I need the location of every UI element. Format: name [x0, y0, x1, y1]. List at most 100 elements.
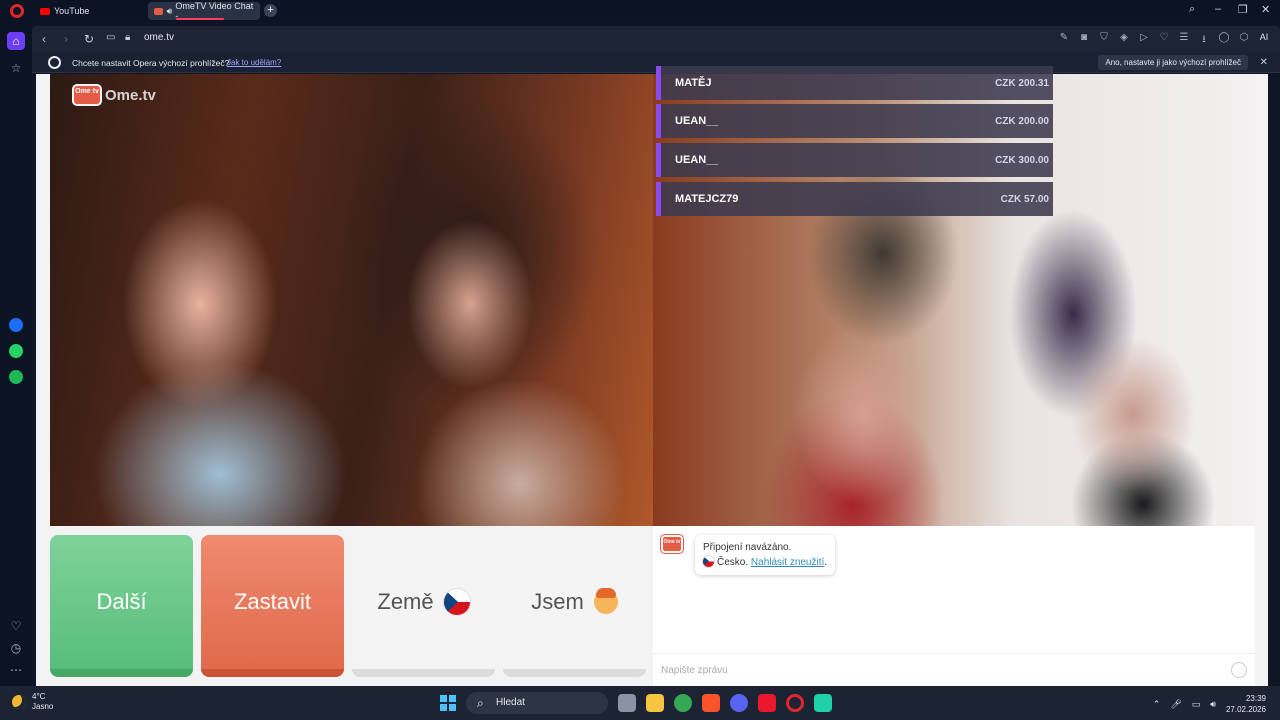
opera-taskbar-icon[interactable] [786, 694, 804, 712]
weather-widget[interactable]: 4°C Jasno [12, 692, 53, 712]
ometv-logo: Ome tv Ome.tv [72, 84, 156, 106]
history-clock-icon[interactable]: ◷ [8, 640, 24, 656]
opera-sidebar: ⌂ ☆ ♡ ◷ ⋯ [0, 22, 32, 686]
forward-button[interactable]: › [64, 32, 68, 46]
message-input[interactable] [661, 661, 1221, 679]
extensions-icon[interactable]: ⬡ [1238, 32, 1250, 49]
connection-status: Připojení navázáno. [703, 542, 792, 553]
date: 27.02.2026 [1225, 705, 1266, 714]
set-default-button[interactable]: Ano, nastavte ji jako výchozí prohlížeč [1098, 55, 1248, 70]
new-tab-button[interactable]: + [264, 4, 277, 17]
emoji-icon[interactable] [1231, 662, 1247, 678]
heart-icon[interactable]: ♡ [1158, 32, 1170, 49]
windows-start-icon[interactable] [440, 695, 456, 711]
chevron-up-icon[interactable]: ⌃ [1153, 699, 1161, 710]
microphone-icon[interactable]: 🎤︎ [1170, 699, 1181, 710]
task-view-icon[interactable] [618, 694, 636, 712]
chat-panel: Ome tv Připojení navázáno. Česko. Nahlás… [653, 526, 1255, 686]
tab-youtube[interactable]: YouTube [34, 2, 144, 20]
opera-logo-icon [48, 56, 61, 69]
app-icon[interactable] [814, 694, 832, 712]
logo-box: Ome tv [72, 84, 102, 106]
donor-name: UEAN__ [675, 154, 719, 166]
opera-logo-icon[interactable] [10, 4, 24, 18]
system-message: Připojení navázáno. Česko. Nahlásit zneu… [695, 535, 836, 575]
report-abuse-link[interactable]: Nahlásit zneužití [751, 557, 824, 568]
donation-alert: MATEJCZ79 CZK 57.00 [656, 182, 1053, 216]
edit-icon[interactable]: ✎ [1058, 32, 1070, 49]
time: 23:39 [1245, 694, 1266, 703]
play-icon[interactable]: ▷ [1138, 32, 1150, 49]
vpn-icon[interactable]: ◈ [1118, 32, 1130, 49]
minimize-button[interactable]: – [1215, 3, 1221, 15]
country-label: Země [377, 589, 434, 614]
back-button[interactable]: ‹ [42, 32, 46, 46]
file-explorer-icon[interactable] [646, 694, 664, 712]
discord-icon[interactable] [730, 694, 748, 712]
home-icon[interactable]: ⌂ [7, 32, 25, 50]
search-tabs-icon[interactable]: ⌕ [1189, 3, 1195, 16]
donation-alert: UEAN__ CZK 300.00 [656, 143, 1053, 177]
speed-dial-icon[interactable]: ☆ [8, 60, 24, 76]
stop-label: Zastavit [233, 589, 312, 614]
czech-flag-icon [443, 589, 470, 615]
spotify-icon[interactable] [9, 370, 23, 384]
more-icon[interactable]: ⋯ [8, 662, 24, 678]
adobe-icon[interactable] [758, 694, 776, 712]
shield-icon[interactable]: ⛉ [1098, 32, 1110, 49]
camera-icon[interactable]: ◙ [1078, 32, 1090, 49]
tab-ometv[interactable]: 🔊︎ OmeTV Video Chat -... [148, 1, 260, 21]
tab-label: YouTube [54, 6, 90, 16]
favorites-heart-icon[interactable]: ♡ [8, 618, 24, 634]
lock-icon[interactable]: 🔒︎ [125, 32, 130, 43]
tab-audio-indicator [176, 18, 224, 20]
address-bar-row: ‹ › ↻ ▭ 🔒︎ ome.tv ✎ ◙ ⛉ ◈ ▷ ♡ ☰ ⭳ ◯ ⬡ AI [32, 26, 1280, 52]
taskbar-search[interactable]: Hledat [466, 692, 608, 714]
chrome-icon[interactable] [674, 694, 692, 712]
bookmarks-icon[interactable]: ☰ [1178, 32, 1190, 49]
czech-flag-icon [703, 556, 714, 567]
reload-button[interactable]: ↻ [84, 32, 94, 46]
donation-amount: CZK 200.00 [995, 115, 1049, 127]
maximize-button[interactable]: ❐ [1238, 3, 1248, 16]
download-icon[interactable]: ⭳ [1198, 32, 1210, 49]
country-name: Česko. [717, 557, 749, 568]
boy-avatar-icon [593, 588, 618, 614]
search-label: Hledat [496, 697, 525, 708]
weather-condition: Jasno [32, 702, 54, 711]
speaker-icon[interactable]: 🔊︎ [167, 6, 173, 17]
donor-name: UEAN__ [675, 115, 719, 127]
snapshot-icon[interactable]: ▭ [106, 32, 115, 43]
temperature: 4°C [32, 692, 46, 701]
donation-alert: UEAN__ CZK 200.00 [656, 104, 1053, 138]
chat-ometv-logo-icon: Ome tv [661, 535, 683, 553]
donation-amount: CZK 300.00 [995, 154, 1049, 166]
logo-text: Ome.tv [105, 86, 156, 104]
whatsapp-icon[interactable] [9, 344, 23, 358]
brave-icon[interactable] [702, 694, 720, 712]
taskbar-apps: Hledat [440, 692, 832, 714]
account-icon[interactable]: ◯ [1218, 32, 1230, 49]
next-label: Další [96, 589, 147, 614]
gender-button[interactable]: Jsem [503, 535, 646, 677]
next-button[interactable]: Další [50, 535, 193, 677]
donation-alert: MATĚJ CZK 200.31 [656, 66, 1053, 100]
aria-ai-button[interactable]: AI [1258, 32, 1270, 49]
stop-button[interactable]: Zastavit [201, 535, 344, 677]
donor-name: MATEJCZ79 [675, 193, 739, 205]
infobar-how-link[interactable]: Jak to udělám? [227, 58, 281, 67]
toolbar-icons: ✎ ◙ ⛉ ◈ ▷ ♡ ☰ ⭳ ◯ ⬡ AI [1058, 32, 1270, 49]
infobar-close-icon[interactable]: ✕ [1260, 57, 1268, 68]
url-field[interactable]: ome.tv [144, 32, 174, 43]
volume-icon[interactable]: 🔊︎ [1210, 699, 1216, 710]
messenger-icon[interactable] [9, 318, 23, 332]
system-tray: ⌃ 🎤︎ ▭ 🔊︎ 23:39 27.02.2026 [1153, 693, 1266, 715]
close-window-button[interactable]: ✕ [1261, 3, 1270, 16]
display-icon[interactable]: ▭ [1192, 699, 1201, 710]
country-line: Česko. Nahlásit zneužití. [703, 555, 827, 570]
donor-name: MATĚJ [675, 77, 712, 89]
clock[interactable]: 23:39 27.02.2026 [1226, 693, 1266, 715]
donation-amount: CZK 200.31 [995, 77, 1049, 89]
chat-input-bar [653, 653, 1255, 686]
country-button[interactable]: Země [352, 535, 495, 677]
